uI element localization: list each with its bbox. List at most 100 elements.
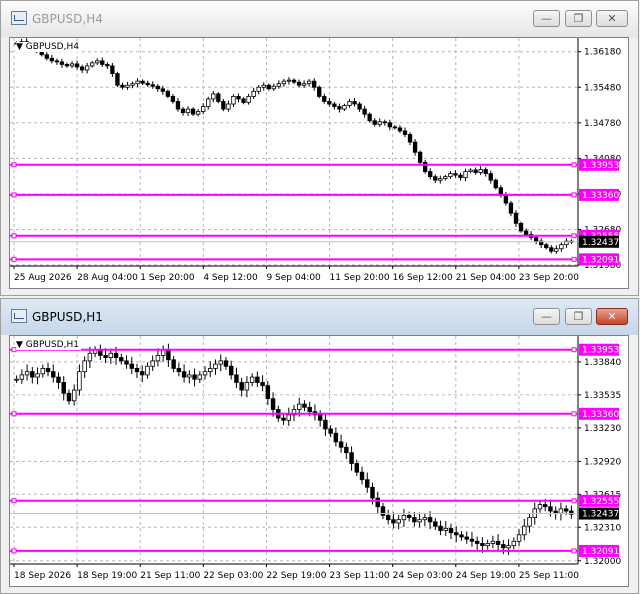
symbol-label-text: GBPUSD,H1 <box>25 340 79 350</box>
candle <box>438 520 443 536</box>
candle-body <box>387 122 393 128</box>
candle <box>197 371 203 384</box>
candle-body <box>537 504 543 510</box>
candle <box>59 58 65 68</box>
title-bar[interactable]: GBPUSD,H4 — ❐ ✕ <box>1 1 638 37</box>
candle-body <box>468 169 473 172</box>
candle <box>61 376 66 401</box>
chart-window-h4[interactable]: GBPUSD,H4 — ❐ ✕ 1.36180 1.35480 1.34780 1.3… <box>0 0 639 296</box>
candle-body <box>501 544 506 549</box>
level-anchor-left[interactable] <box>11 256 17 262</box>
level-anchor-left[interactable] <box>11 411 17 417</box>
candle-body <box>337 106 342 110</box>
candle <box>211 90 216 103</box>
level-anchor-left[interactable] <box>11 233 17 239</box>
candle <box>372 118 377 127</box>
candle-body <box>443 527 449 531</box>
candle <box>120 82 125 90</box>
candle <box>185 106 191 117</box>
level-anchor-left[interactable] <box>11 548 17 554</box>
candlestick-chart[interactable]: 1.338401.335351.332301.329201.326151.323… <box>10 336 628 586</box>
time-axis-label: 22 Sep 03:00 <box>203 571 263 581</box>
level-anchor-right[interactable] <box>571 192 577 198</box>
candle-body <box>412 141 418 153</box>
candle-body <box>493 179 498 189</box>
title-bar[interactable]: GBPUSD,H1 — ❐ ✕ <box>1 299 638 335</box>
level-anchor-right[interactable] <box>571 498 577 504</box>
time-axis-label: 11 Sep 20:00 <box>330 273 390 283</box>
candle-body <box>474 540 480 544</box>
candle <box>559 242 564 252</box>
price-axis-label: 1.33840 <box>584 358 621 368</box>
dropdown-arrow-icon[interactable]: ▼ <box>16 340 23 350</box>
candle-body <box>95 60 100 64</box>
candle <box>266 83 271 91</box>
level-anchor-right[interactable] <box>571 548 577 554</box>
level-anchor-right[interactable] <box>571 162 577 168</box>
candle-body <box>344 446 349 454</box>
level-anchor-right[interactable] <box>571 256 577 262</box>
candle-body <box>155 355 161 362</box>
candle <box>463 168 468 182</box>
level-anchor-right[interactable] <box>571 411 577 417</box>
candle <box>291 78 297 84</box>
candle-body <box>459 534 464 538</box>
level-anchor-right[interactable] <box>571 347 577 353</box>
candle <box>100 57 105 67</box>
candle-body <box>249 376 255 383</box>
candle-body <box>296 81 302 86</box>
candle-body <box>365 479 370 488</box>
level-price-label: 1.33360 <box>582 191 619 201</box>
price-chart[interactable]: 1.361801.354801.347801.340801.333801.326… <box>9 37 629 289</box>
candle-body <box>218 360 223 365</box>
candle-body <box>244 382 250 391</box>
dropdown-arrow-icon[interactable]: ▼ <box>16 42 23 52</box>
candle <box>302 400 307 412</box>
time-axis-label: 28 Aug 04:00 <box>77 273 138 283</box>
candle-body <box>554 248 559 252</box>
minimize-button[interactable]: — <box>533 10 560 27</box>
candle-body <box>84 65 90 71</box>
candle <box>417 512 422 528</box>
candle <box>286 407 291 426</box>
window-title: GBPUSD,H4 <box>32 12 103 26</box>
candle <box>506 539 511 556</box>
candle <box>105 62 110 69</box>
candle-body <box>375 497 380 508</box>
candle <box>458 172 463 181</box>
candle <box>187 370 192 384</box>
candle <box>387 119 393 131</box>
candle-body <box>312 80 317 88</box>
candle-body <box>333 432 339 443</box>
close-button[interactable]: ✕ <box>596 308 628 325</box>
candle-body <box>256 86 261 92</box>
candle-body <box>397 127 403 132</box>
chart-window-h1[interactable]: GBPUSD,H1 — ❐ ✕ 1.33840 1.33535 1.33230 1.3… <box>0 298 639 594</box>
candle <box>150 355 155 371</box>
candle-body <box>251 90 256 97</box>
price-axis-label: 1.32000 <box>584 557 621 567</box>
maximize-button[interactable]: ❐ <box>565 10 592 27</box>
level-anchor-left[interactable] <box>11 498 17 504</box>
close-button[interactable]: ✕ <box>596 10 628 27</box>
candlestick-chart[interactable]: 1.361801.354801.347801.340801.333801.326… <box>10 38 628 288</box>
level-anchor-left[interactable] <box>11 162 17 168</box>
candle-body <box>407 134 413 143</box>
candle-body <box>382 121 387 124</box>
price-chart[interactable]: 1.338401.335351.332301.329201.326151.323… <box>9 335 629 587</box>
candle-body <box>192 374 197 380</box>
current-price-label: 1.32437 <box>582 238 619 248</box>
level-anchor-left[interactable] <box>11 192 17 198</box>
candle <box>155 84 160 92</box>
candle <box>428 168 433 180</box>
minimize-button[interactable]: — <box>533 308 560 325</box>
candle-body <box>208 368 213 373</box>
maximize-button[interactable]: ❐ <box>565 308 592 325</box>
candle <box>537 500 543 513</box>
candle <box>401 508 407 527</box>
candle <box>271 83 276 91</box>
candle <box>140 79 145 85</box>
level-anchor-right[interactable] <box>571 233 577 239</box>
candle-body <box>302 403 307 408</box>
candle <box>145 362 150 379</box>
